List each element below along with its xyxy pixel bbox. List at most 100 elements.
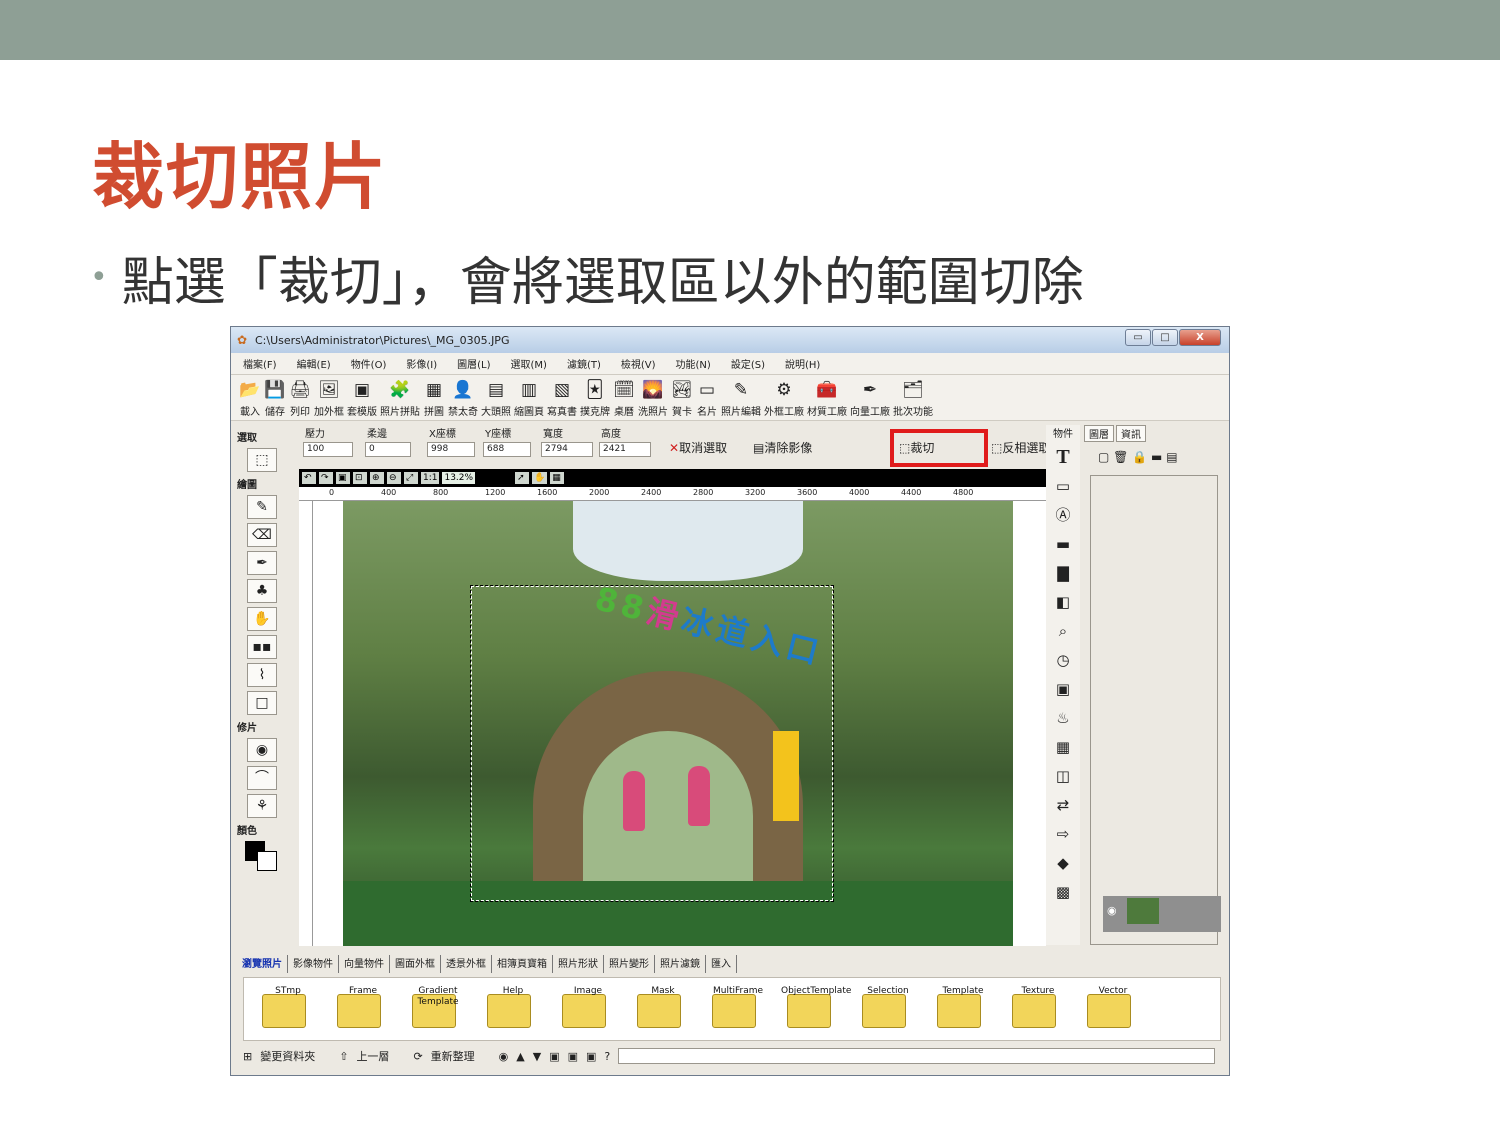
invert-selection-button[interactable]: ⬚反相選取 — [991, 439, 1050, 456]
photo-object-icon[interactable]: ▇ — [1051, 561, 1075, 585]
toolbar-button[interactable]: 🌄 洗照片 — [638, 379, 668, 418]
bottom-tab[interactable]: 向量物件 — [339, 955, 390, 973]
arrow-right-icon[interactable]: ⇨ — [1051, 822, 1075, 846]
rect-select-tool[interactable]: ⬚ — [247, 448, 277, 472]
toolbar-button[interactable]: 🏞 賀卡 — [671, 379, 693, 418]
menu-item[interactable]: 物件(O) — [351, 356, 387, 371]
smudge-tool-icon[interactable]: ⌒ — [247, 766, 277, 790]
toolbar-button[interactable]: ⚙ 外框工廠 — [764, 379, 804, 418]
toolbar-button[interactable]: ✒ 向量工廠 — [850, 379, 890, 418]
frame-object-icon[interactable]: ▭ — [1051, 474, 1075, 498]
clear-image-button[interactable]: ▤清除影像 — [753, 439, 812, 456]
menu-item[interactable]: 功能(N) — [676, 356, 711, 371]
path-field[interactable] — [618, 1048, 1215, 1064]
menu-item[interactable]: 說明(H) — [785, 356, 820, 371]
layer-object-icon[interactable]: ◧ — [1051, 590, 1075, 614]
background-color[interactable] — [257, 851, 277, 871]
maximize-button[interactable]: □ — [1152, 329, 1178, 346]
menu-item[interactable]: 編輯(E) — [297, 356, 331, 371]
exif-icon[interactable]: ▣ — [1051, 677, 1075, 701]
redo-icon[interactable]: ↷ — [319, 472, 333, 484]
layer-image-icon[interactable]: ▬ — [1151, 450, 1162, 464]
hand-icon[interactable]: ✋ — [532, 472, 548, 484]
folder-item[interactable]: Selection — [856, 978, 920, 1040]
undo-icon[interactable]: ↶ — [302, 472, 316, 484]
menu-item[interactable]: 檢視(V) — [621, 356, 656, 371]
toolbar-button[interactable]: 📂 載入 — [239, 379, 261, 418]
image-canvas[interactable]: 88滑冰道入口 — [313, 501, 1046, 946]
toolbar-button[interactable]: 🗓 桌曆 — [613, 379, 635, 418]
brush-tool-icon[interactable]: ✎ — [247, 495, 277, 519]
shape-tool-icon[interactable]: □ — [247, 691, 277, 715]
layer-tab[interactable]: 資訊 — [1116, 425, 1146, 442]
toolbar-button[interactable]: 💾 儲存 — [264, 379, 286, 418]
toolbar-button[interactable]: ▥ 縮圖頁 — [514, 379, 544, 418]
clone-tool-icon[interactable]: ⚘ — [247, 794, 277, 818]
y-coord-input[interactable]: 688 — [483, 442, 531, 457]
toolbar-button[interactable]: 🃏 撲克牌 — [580, 379, 610, 418]
change-folder-button[interactable]: ⊞ 變更資料夾 — [243, 1048, 315, 1064]
clock-icon[interactable]: ◷ — [1051, 648, 1075, 672]
feather-input[interactable]: 0 — [365, 442, 411, 457]
help-button[interactable]: ? — [604, 1050, 610, 1063]
toolbar-button[interactable]: 🧩 照片拼貼 — [380, 379, 420, 418]
thumb-small-icon[interactable]: ▣ — [549, 1050, 559, 1063]
new-layer-icon[interactable]: ▢ — [1098, 450, 1109, 464]
minimize-button[interactable]: ▭ — [1125, 329, 1151, 346]
toolbar-button[interactable]: ✎ 照片編輯 — [721, 379, 761, 418]
toolbar-button[interactable]: 🖨 列印 — [289, 379, 311, 418]
folder-item[interactable]: Template — [931, 978, 995, 1040]
lock-layer-icon[interactable]: 🔒 — [1132, 450, 1147, 464]
delete-layer-icon[interactable]: 🗑 — [1113, 450, 1128, 464]
hand-tool-icon[interactable]: ✋ — [247, 607, 277, 631]
folder-item[interactable]: STmp — [256, 978, 320, 1040]
folder-item[interactable]: ObjectTemplate — [781, 978, 851, 1040]
menu-item[interactable]: 檔案(F) — [243, 356, 277, 371]
zoom-in-icon[interactable]: ⊕ — [370, 472, 384, 484]
menu-item[interactable]: 選取(M) — [511, 356, 547, 371]
selection-marquee[interactable] — [470, 585, 834, 902]
bottom-tab[interactable]: 透景外框 — [441, 955, 492, 973]
bottom-tab[interactable]: 瀏覽照片 — [237, 955, 288, 973]
eraser-tool-icon[interactable]: ⌫ — [247, 523, 277, 547]
pointer-icon[interactable]: ➚ — [515, 472, 530, 484]
zoom-level[interactable]: 13.2% — [442, 472, 476, 484]
close-button[interactable]: X — [1179, 329, 1221, 346]
bottom-tab[interactable]: 圖面外框 — [390, 955, 441, 973]
bottom-tab[interactable]: 照片形狀 — [553, 955, 604, 973]
menu-item[interactable]: 設定(S) — [731, 356, 765, 371]
line-tool-icon[interactable]: ▪▪ — [247, 635, 277, 659]
cancel-selection-button[interactable]: ✕取消選取 — [669, 439, 727, 456]
view-mode-icon[interactable]: ▣ — [336, 472, 350, 484]
abc-object-icon[interactable]: Ⓐ — [1051, 503, 1075, 527]
toolbar-button[interactable]: 🧰 材質工廠 — [807, 379, 847, 418]
magnifier-icon[interactable]: ⌕ — [1051, 619, 1075, 643]
menu-item[interactable]: 圖層(L) — [457, 356, 490, 371]
eye-icon[interactable]: ◉ — [1107, 904, 1117, 917]
layer-row[interactable]: ◉ — [1103, 896, 1221, 932]
toolbar-button[interactable]: ▤ 大頭照 — [481, 379, 511, 418]
fit-icon[interactable]: ⊡ — [353, 472, 367, 484]
toolbar-button[interactable]: 👤 禁太奇 — [448, 379, 478, 418]
dropper-tool-icon[interactable]: ⌇ — [247, 663, 277, 687]
calendar-icon[interactable]: ▦ — [1051, 735, 1075, 759]
zoom-fit-icon[interactable]: ⤢ — [404, 472, 418, 484]
toolbar-button[interactable]: ▣ 套模版 — [347, 379, 377, 418]
toolbar-button[interactable]: ▧ 寫真書 — [547, 379, 577, 418]
up-level-button[interactable]: ⇧ 上一層 — [339, 1048, 389, 1064]
shape-object-icon[interactable]: ◆ — [1051, 851, 1075, 875]
color-swatches[interactable] — [245, 837, 291, 871]
menu-item[interactable]: 影像(I) — [406, 356, 437, 371]
sort-up-icon[interactable]: ▲ — [516, 1050, 524, 1063]
cake-icon[interactable]: ♨ — [1051, 706, 1075, 730]
refresh-button[interactable]: ⟳ 重新整理 — [413, 1048, 474, 1064]
redeye-tool-icon[interactable]: ◉ — [247, 738, 277, 762]
stamp-tool-icon[interactable]: ♣ — [247, 579, 277, 603]
toolbar-button[interactable]: 🗂 批次功能 — [893, 379, 933, 418]
thumb-medium-icon[interactable]: ▣ — [568, 1050, 578, 1063]
width-input[interactable]: 2794 — [541, 442, 593, 457]
folder-item[interactable]: MultiFrame — [706, 978, 770, 1040]
layer-tab[interactable]: 圖層 — [1084, 425, 1114, 442]
bottom-tab[interactable]: 影像物件 — [288, 955, 339, 973]
folder-item[interactable]: Gradient Template — [406, 978, 470, 1040]
